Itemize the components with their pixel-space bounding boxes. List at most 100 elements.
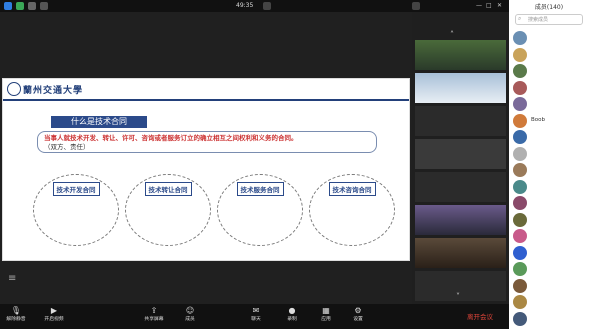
presentation-slide: 蘭州交通大學 什么是技术合同 当事人就技术开发、转让、许可、咨询或者服务订立的确… — [2, 78, 410, 261]
video-tile[interactable] — [415, 238, 506, 268]
video-icon: ▶ — [50, 306, 58, 315]
avatar — [513, 278, 527, 293]
avatar — [513, 64, 527, 78]
video-tile[interactable] — [415, 139, 506, 169]
participant-row[interactable] — [513, 195, 587, 211]
participant-row[interactable] — [513, 278, 587, 294]
participant-row[interactable] — [513, 162, 587, 178]
participant-row[interactable] — [513, 311, 587, 327]
view-toggle-icon[interactable] — [412, 2, 420, 10]
settings-icon: ⚙ — [354, 306, 362, 315]
minimize-icon[interactable]: — — [476, 2, 482, 10]
video-tile[interactable] — [415, 40, 506, 70]
card-title: 技术咨询合同 — [328, 182, 376, 196]
participant-row[interactable] — [513, 146, 587, 162]
avatar — [513, 229, 527, 243]
card-tech-consulting: 技术咨询合同 — [309, 174, 395, 246]
shared-screen-stage: 蘭州交通大學 什么是技术合同 当事人就技术开发、转让、许可、咨询或者服务订立的确… — [0, 12, 412, 304]
record-icon: ● — [288, 306, 296, 315]
unmute-button[interactable]: 🎙 解除静音 — [2, 306, 30, 328]
record-button[interactable]: ● 录制 — [278, 306, 306, 328]
share-screen-button[interactable]: ⇪ 共享屏幕 — [140, 306, 168, 328]
slide-title: 什么是技术合同 — [51, 116, 147, 128]
card-body — [126, 196, 210, 199]
avatar — [513, 262, 527, 276]
card-body — [310, 196, 394, 199]
chat-icon: ✉ — [252, 306, 260, 315]
card-tech-service: 技术服务合同 — [217, 174, 303, 246]
start-video-button[interactable]: ▶ 开启视频 — [40, 306, 68, 328]
maximize-icon[interactable]: □ — [486, 2, 492, 10]
avatar — [513, 146, 527, 161]
participant-row[interactable] — [513, 294, 587, 310]
avatar — [513, 295, 527, 309]
leave-meeting-button[interactable]: 离开会议 — [462, 311, 498, 323]
video-tile[interactable] — [415, 73, 506, 103]
university-logo-icon — [7, 82, 21, 96]
participant-row[interactable] — [513, 261, 587, 277]
avatar — [513, 113, 527, 128]
members-icon: ☺ — [185, 306, 195, 315]
app-logo-icon — [4, 2, 12, 10]
menu-icon[interactable]: ≡ — [8, 274, 20, 284]
video-tile-column — [412, 38, 509, 301]
apps-icon: ▦ — [322, 306, 330, 315]
security-icon[interactable] — [16, 2, 24, 10]
definition-box: 当事人就技术开发、转让、许可、咨询或者服务订立的确立相互之间权利和义务的合同。 … — [37, 131, 377, 153]
participant-row[interactable]: Boob — [513, 113, 587, 129]
participant-row[interactable] — [513, 30, 587, 46]
participant-row[interactable] — [513, 212, 587, 228]
definition-highlight: 当事人就技术开发、转让、许可、咨询或者服务订立的确立相互之间权利和义务的合同。 — [44, 134, 298, 142]
participant-row[interactable] — [513, 129, 587, 145]
avatar — [513, 31, 527, 45]
video-tile[interactable] — [415, 271, 506, 301]
participant-search-input[interactable]: 搜索成员 — [515, 14, 583, 25]
network-icon — [40, 2, 48, 10]
participant-row[interactable] — [513, 228, 587, 244]
avatar — [513, 97, 527, 111]
members-button[interactable]: ☺ 成员 — [176, 306, 204, 328]
video-tile[interactable] — [415, 106, 506, 136]
avatar — [513, 80, 527, 95]
card-tech-development: 技术开发合同 — [33, 174, 119, 246]
avatar — [513, 245, 527, 260]
avatar — [513, 311, 527, 326]
avatar — [513, 196, 527, 210]
apps-button[interactable]: ▦ 应用 — [312, 306, 340, 328]
chat-button[interactable]: ✉ 聊天 — [242, 306, 270, 328]
share-icon: ⇪ — [150, 306, 158, 315]
elapsed-time: 49:35 — [236, 2, 254, 9]
participant-row[interactable] — [513, 245, 587, 261]
avatar — [513, 130, 527, 144]
card-body — [218, 196, 302, 199]
university-name: 蘭州交通大學 — [23, 86, 84, 96]
chevron-down-icon[interactable]: ˅ — [456, 292, 460, 301]
top-bar: 49:35 — □ ✕ — [0, 0, 509, 12]
participant-name: Boob — [531, 116, 545, 123]
slide-header: 蘭州交通大學 — [3, 79, 409, 101]
avatar — [513, 47, 527, 62]
participants-panel: 成员(140) ⌕ 搜索成员 Boob — [509, 0, 589, 329]
participant-row[interactable] — [513, 47, 587, 63]
card-title: 技术转让合同 — [144, 182, 192, 196]
participant-row[interactable] — [513, 63, 587, 79]
avatar — [513, 212, 527, 227]
definition-suffix: （双方、责任） — [44, 143, 90, 151]
info-icon[interactable] — [28, 2, 36, 10]
participant-row[interactable] — [513, 80, 587, 96]
mic-icon: 🎙 — [10, 306, 22, 315]
layout-icon[interactable] — [263, 2, 271, 10]
video-tile[interactable] — [415, 205, 506, 235]
participant-row[interactable] — [513, 96, 587, 112]
participant-row[interactable] — [513, 179, 587, 195]
card-body — [34, 196, 118, 199]
close-icon[interactable]: ✕ — [497, 2, 502, 10]
card-tech-transfer: 技术转让合同 — [125, 174, 211, 246]
video-tile[interactable] — [415, 172, 506, 202]
settings-button[interactable]: ⚙ 设置 — [344, 306, 372, 328]
avatar — [513, 179, 527, 194]
participants-title: 成员(140) — [534, 4, 564, 11]
avatar — [513, 163, 527, 177]
card-title: 技术开发合同 — [52, 182, 100, 196]
card-title: 技术服务合同 — [236, 182, 284, 196]
